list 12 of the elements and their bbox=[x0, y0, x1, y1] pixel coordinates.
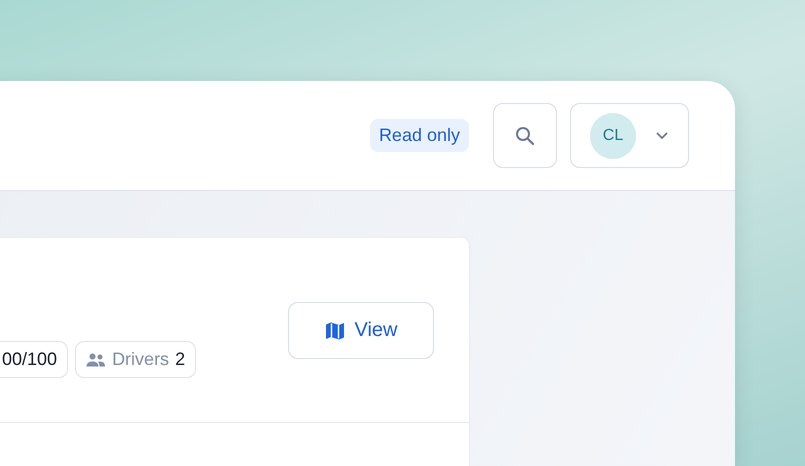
user-avatar: CL bbox=[590, 112, 636, 158]
people-icon bbox=[86, 352, 106, 366]
search-button[interactable] bbox=[493, 103, 557, 168]
user-menu-button[interactable]: CL bbox=[570, 103, 689, 168]
chevron-down-icon bbox=[656, 132, 668, 140]
view-map-button[interactable]: View bbox=[288, 302, 434, 359]
chip-value: 2 bbox=[175, 349, 186, 370]
chip-label: Drivers bbox=[112, 349, 170, 370]
map-icon bbox=[324, 320, 344, 340]
search-icon bbox=[515, 126, 535, 146]
score-chip: 00/100 bbox=[0, 341, 68, 378]
read-only-badge: Read only bbox=[370, 119, 469, 152]
